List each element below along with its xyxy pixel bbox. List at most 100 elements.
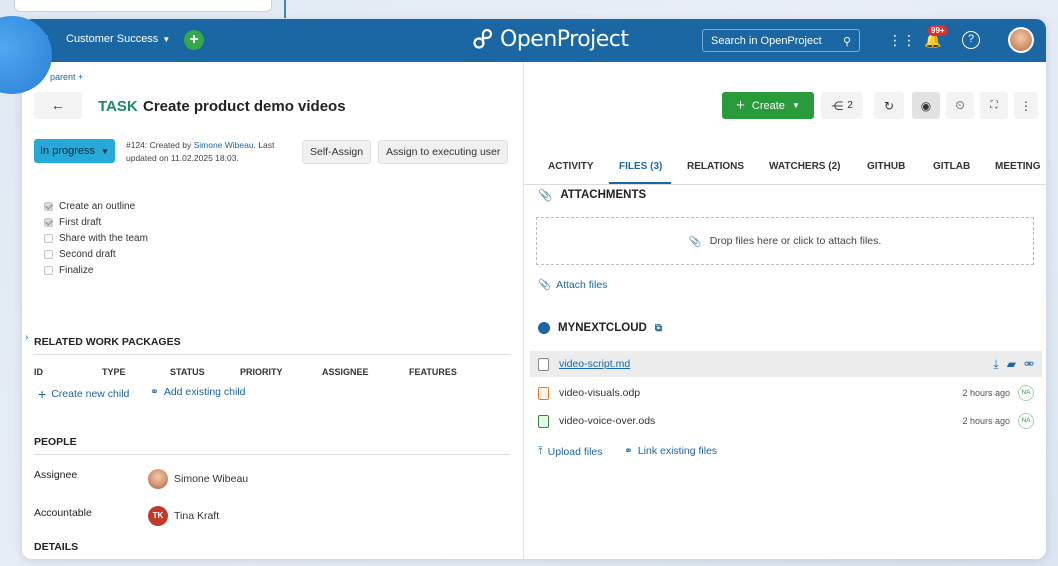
background-divider xyxy=(284,0,286,18)
openproject-logo-icon xyxy=(473,28,493,49)
related-title: RELATED WORK PACKAGES xyxy=(34,336,181,348)
checkbox[interactable] xyxy=(44,265,53,275)
right-panel: + Create ▼ ⋲ 2 ↻ ◉ ⏲ ⛶ ⋮ ACTIVITY FILES … xyxy=(523,62,1046,559)
tabs-divider xyxy=(524,184,1046,185)
checkbox[interactable] xyxy=(44,249,53,259)
column-id: ID xyxy=(34,367,43,377)
accountable-value[interactable]: TK Tina Kraft xyxy=(148,506,219,526)
checklist-label: Finalize xyxy=(59,264,94,276)
search-placeholder: Search in OpenProject xyxy=(711,35,822,47)
tab-meeting[interactable]: MEETING xyxy=(995,161,1041,172)
column-features: FEATURES xyxy=(409,367,457,377)
checklist-item[interactable]: First draft xyxy=(44,214,148,230)
create-button[interactable]: + Create ▼ xyxy=(722,92,814,119)
parent-link[interactable]: parent + xyxy=(50,72,83,82)
tab-gitlab[interactable]: GITLAB xyxy=(933,161,970,172)
tab-github[interactable]: GITHUB xyxy=(867,161,905,172)
timer-button[interactable]: ⏲ xyxy=(946,92,974,119)
external-link-icon[interactable]: ⧉ xyxy=(655,323,662,334)
more-button[interactable]: ⋮ xyxy=(1014,92,1038,119)
dropzone-text: Drop files here or click to attach files… xyxy=(709,235,882,247)
back-button[interactable]: ← xyxy=(34,92,82,119)
share-button[interactable]: ⋲ 2 xyxy=(821,92,863,119)
assignee-value[interactable]: Simone Wibeau xyxy=(148,469,248,489)
checklist-label: Create an outline xyxy=(59,200,136,212)
search-icon: ⚲ xyxy=(842,36,851,48)
document-icon xyxy=(538,357,549,371)
add-existing-child-link[interactable]: ⚭ Add existing child xyxy=(150,386,246,398)
paperclip-icon: 📎 xyxy=(688,235,702,248)
status-label: In progress xyxy=(40,145,96,157)
tab-relations[interactable]: RELATIONS xyxy=(687,161,744,172)
checkbox[interactable] xyxy=(44,233,53,243)
create-child-link[interactable]: + Create new child xyxy=(38,386,129,402)
nextcloud-title: MYNEXTCLOUD xyxy=(558,322,647,334)
user-avatar[interactable] xyxy=(1008,27,1034,53)
caret-down-icon: ▼ xyxy=(791,101,800,110)
checklist-item[interactable]: Share with the team xyxy=(44,230,148,246)
file-name[interactable]: video-voice-over.ods xyxy=(559,415,655,427)
file-row[interactable]: video-script.md ⤓ ▰ ⚮ xyxy=(530,351,1042,377)
share-count: 2 xyxy=(847,100,853,111)
tab-files[interactable]: FILES (3) xyxy=(619,161,662,172)
checkbox[interactable] xyxy=(44,217,53,227)
avatar xyxy=(148,469,168,489)
checklist-item[interactable]: Create an outline xyxy=(44,198,148,214)
attachments-heading: 📎 ATTACHMENTS xyxy=(538,188,646,202)
grid-icon[interactable]: ⋮⋮ xyxy=(888,32,916,49)
link-existing-files-link[interactable]: ⚭ Link existing files xyxy=(624,445,717,457)
divider xyxy=(34,354,510,355)
file-row[interactable]: video-visuals.odp 2 hours ago NA xyxy=(530,380,1042,406)
presentation-file-icon xyxy=(538,386,549,400)
app-window: ☰ Customer Success ▼ + OpenProject Searc… xyxy=(22,19,1046,559)
details-title: DETAILS xyxy=(34,541,79,553)
paperclip-icon: 📎 xyxy=(538,279,552,291)
assignee-label: Assignee xyxy=(34,469,78,481)
tab-watchers[interactable]: WATCHERS (2) xyxy=(769,161,840,172)
accountable-label: Accountable xyxy=(34,507,92,519)
owner-avatar: NA xyxy=(1018,385,1034,401)
attachments-title: ATTACHMENTS xyxy=(560,189,647,201)
checkbox[interactable] xyxy=(44,201,53,211)
more-vertical-icon: ⋮ xyxy=(1020,98,1032,113)
file-row[interactable]: video-voice-over.ods 2 hours ago NA xyxy=(530,408,1042,434)
project-selector[interactable]: Customer Success ▼ xyxy=(66,33,170,45)
caret-down-icon: ▼ xyxy=(101,146,109,156)
share-icon: ⋲ xyxy=(831,98,844,113)
help-icon[interactable]: ? xyxy=(962,31,980,49)
chevron-right-icon[interactable]: › xyxy=(25,332,28,343)
checklist-item[interactable]: Second draft xyxy=(44,246,148,262)
folder-icon[interactable]: ▰ xyxy=(1007,357,1016,371)
download-icon[interactable]: ⤓ xyxy=(993,357,998,372)
checklist-item[interactable]: Finalize xyxy=(44,262,148,278)
column-type: TYPE xyxy=(102,367,126,377)
file-meta: 2 hours ago NA xyxy=(962,413,1034,429)
tab-activity[interactable]: ACTIVITY xyxy=(548,161,594,172)
notification-badge: 99+ xyxy=(928,25,948,36)
caret-down-icon: ▼ xyxy=(162,34,171,44)
file-actions: ⤓ ▰ ⚮ xyxy=(993,357,1034,372)
file-dropzone[interactable]: 📎 Drop files here or click to attach fil… xyxy=(536,217,1034,265)
upload-files-link[interactable]: ⤒ Upload files xyxy=(538,445,603,458)
author-link[interactable]: Simone Wibeau xyxy=(194,140,254,150)
logo-text: OpenProject xyxy=(500,27,629,52)
self-assign-button[interactable]: Self-Assign xyxy=(302,140,372,164)
expand-icon: ⛶ xyxy=(990,100,998,111)
column-priority: PRIORITY xyxy=(240,367,283,377)
unlink-icon[interactable]: ⚮ xyxy=(1024,357,1034,371)
assign-executing-button[interactable]: Assign to executing user xyxy=(378,140,509,164)
background-card xyxy=(14,0,272,12)
reminder-button[interactable]: ↻ xyxy=(874,92,904,119)
nextcloud-icon xyxy=(538,322,550,334)
watch-button[interactable]: ◉ xyxy=(912,92,940,119)
fullscreen-button[interactable]: ⛶ xyxy=(980,92,1008,119)
attach-files-link[interactable]: 📎 Attach files xyxy=(538,278,607,292)
quick-add-button[interactable]: + xyxy=(184,30,204,50)
file-name[interactable]: video-script.md xyxy=(559,358,630,370)
file-time: 2 hours ago xyxy=(962,388,1010,398)
file-name[interactable]: video-visuals.odp xyxy=(559,387,640,399)
file-meta: 2 hours ago NA xyxy=(962,385,1034,401)
status-dropdown[interactable]: In progress ▼ xyxy=(34,139,115,163)
search-input[interactable]: Search in OpenProject ⚲ xyxy=(702,29,860,52)
project-name: Customer Success xyxy=(66,33,159,45)
